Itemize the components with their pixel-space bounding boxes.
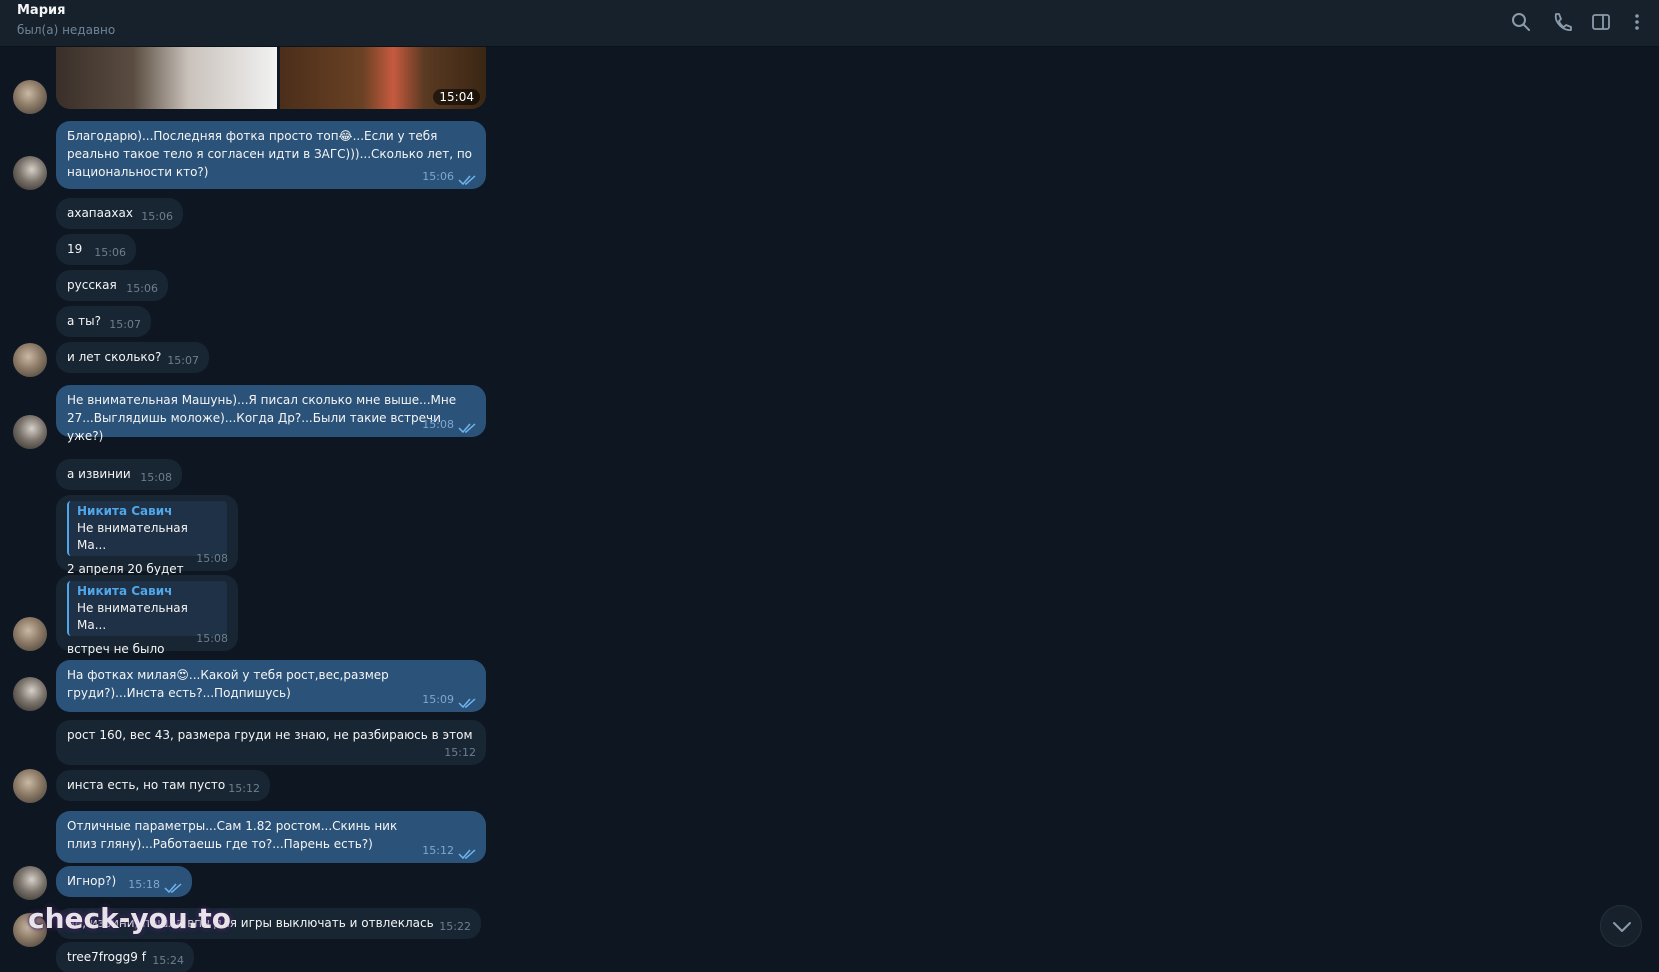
message-time: 15:08 xyxy=(422,418,454,431)
message-text: На фотках милая😍...Какой у тебя рост,вес… xyxy=(67,668,389,700)
chevron-down-icon xyxy=(1613,922,1631,932)
reply-author: Никита Савич xyxy=(77,504,173,518)
message-time: 15:09 xyxy=(422,693,454,706)
message-time: 15:12 xyxy=(444,746,476,759)
phone-icon[interactable] xyxy=(1551,11,1573,33)
message-bubble-outgoing[interactable]: Благодарю)...Последняя фотка просто топ😂… xyxy=(56,121,486,189)
message-bubble-incoming[interactable]: и лет сколько? 15:07 xyxy=(56,342,209,373)
avatar[interactable] xyxy=(13,415,47,449)
avatar[interactable] xyxy=(13,617,47,651)
message-bubble-incoming[interactable]: tree7frogg9 f 15:24 xyxy=(56,942,194,972)
reply-quote[interactable]: Никита Савич Не внимательная Ма... xyxy=(67,501,227,556)
message-time: 15:18 xyxy=(128,878,160,891)
chat-title[interactable]: Мария xyxy=(17,3,65,18)
avatar[interactable] xyxy=(13,156,47,190)
message-bubble-incoming[interactable]: 19 15:06 xyxy=(56,234,136,265)
message-time: 15:12 xyxy=(228,782,260,795)
search-icon[interactable] xyxy=(1510,11,1532,33)
double-check-icon xyxy=(164,883,182,894)
message-bubble-incoming[interactable]: Никита Савич Не внимательная Ма... 2 апр… xyxy=(56,495,238,576)
message-time: 15:06 xyxy=(94,246,126,259)
message-bubble-incoming[interactable]: ахапаахах 15:06 xyxy=(56,198,183,229)
reply-quote[interactable]: Никита Савич Не внимательная Ма... xyxy=(67,581,227,636)
message-time: 15:07 xyxy=(109,318,141,331)
avatar[interactable] xyxy=(13,343,47,377)
message-bubble-outgoing[interactable]: Отличные параметры...Сам 1.82 ростом...С… xyxy=(56,811,486,863)
message-time: 15:08 xyxy=(196,632,228,645)
message-bubble-outgoing[interactable]: Не внимательная Машунь)...Я писал скольк… xyxy=(56,385,486,443)
message-time: 15:22 xyxy=(439,920,471,933)
message-bubble-incoming[interactable]: а ты? 15:07 xyxy=(56,306,151,337)
message-bubble-outgoing[interactable]: Игнор?) 15:18 xyxy=(56,866,192,897)
message-text: рост 160, вес 43, размера груди не знаю,… xyxy=(67,728,473,742)
message-bubble-incoming[interactable]: Никита Савич Не внимательная Ма... встре… xyxy=(56,575,238,656)
message-time: 15:07 xyxy=(167,354,199,367)
message-time: 15:06 xyxy=(126,282,158,295)
message-time: 15:04 xyxy=(433,89,480,105)
message-bubble-outgoing[interactable]: На фотках милая😍...Какой у тебя рост,вес… xyxy=(56,660,486,712)
message-time: 15:24 xyxy=(152,954,184,967)
message-time: 15:06 xyxy=(422,170,454,183)
reply-text: Не внимательная Ма... xyxy=(77,601,188,632)
message-time: 15:08 xyxy=(140,471,172,484)
photo-thumbnail[interactable] xyxy=(56,47,277,109)
double-check-icon xyxy=(458,175,476,186)
avatar[interactable] xyxy=(13,677,47,711)
message-text: Не внимательная Машунь)...Я писал скольк… xyxy=(67,393,457,443)
double-check-icon xyxy=(458,423,476,434)
reply-text: Не внимательная Ма... xyxy=(77,521,188,552)
message-bubble-incoming[interactable]: а извинии 15:08 xyxy=(56,459,182,490)
message-time: 15:08 xyxy=(196,552,228,565)
message-time: 15:12 xyxy=(422,844,454,857)
double-check-icon xyxy=(458,849,476,860)
message-bubble-incoming[interactable]: русская 15:06 xyxy=(56,270,168,301)
media-album[interactable]: 15:04 xyxy=(56,47,486,109)
message-text: Отличные параметры...Сам 1.82 ростом...С… xyxy=(67,819,398,851)
watermark: check-you.to xyxy=(28,902,232,935)
avatar[interactable] xyxy=(13,80,47,114)
avatar[interactable] xyxy=(13,866,47,900)
sidebar-toggle-icon[interactable] xyxy=(1590,11,1612,33)
avatar[interactable] xyxy=(13,769,47,803)
message-time: 15:06 xyxy=(141,210,173,223)
scroll-to-bottom-button[interactable] xyxy=(1600,905,1642,947)
reply-author: Никита Савич xyxy=(77,584,173,598)
chat-header: Мария был(а) недавно xyxy=(0,0,1659,47)
message-list[interactable]: 15:04 Благодарю)...Последняя фотка прост… xyxy=(0,47,1659,972)
message-bubble-incoming[interactable]: рост 160, вес 43, размера груди не знаю,… xyxy=(56,720,486,765)
chat-status: был(а) недавно xyxy=(17,23,116,37)
message-text: Благодарю)...Последняя фотка просто топ😂… xyxy=(67,129,473,179)
more-vertical-icon[interactable] xyxy=(1626,11,1648,33)
double-check-icon xyxy=(458,698,476,709)
message-bubble-incoming[interactable]: инста есть, но там пусто 15:12 xyxy=(56,770,270,801)
